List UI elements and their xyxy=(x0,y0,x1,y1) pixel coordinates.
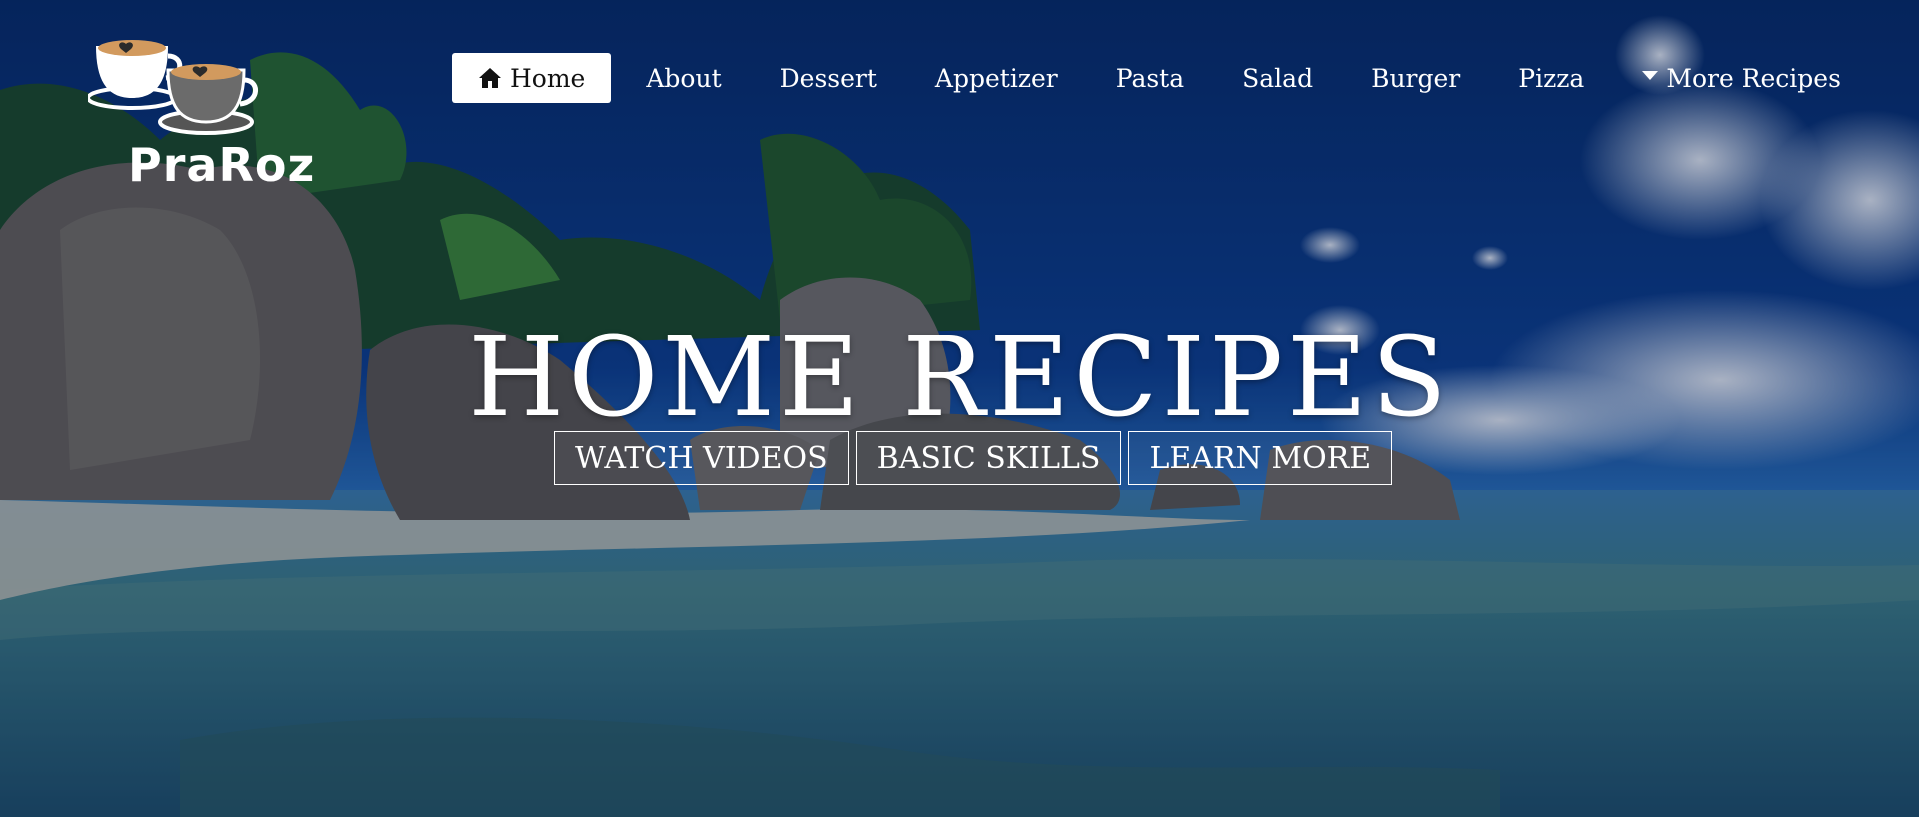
hero-button-group: WATCH VIDEOS BASIC SKILLS LEARN MORE xyxy=(554,431,1393,485)
nav-item-home[interactable]: Home xyxy=(452,53,612,103)
hero-title: HOME RECIPES xyxy=(468,313,1451,441)
nav-item-label: Pasta xyxy=(1115,63,1185,93)
nav-item-label: Salad xyxy=(1242,63,1314,93)
nav-item-about[interactable]: About xyxy=(617,53,750,103)
nav-item-burger[interactable]: Burger xyxy=(1342,53,1489,103)
nav-item-more-recipes[interactable]: More Recipes xyxy=(1613,53,1870,103)
nav-item-appetizer[interactable]: Appetizer xyxy=(906,53,1087,103)
basic-skills-button[interactable]: BASIC SKILLS xyxy=(855,431,1122,485)
home-icon xyxy=(478,67,502,89)
nav-item-label: Burger xyxy=(1371,63,1461,93)
learn-more-button[interactable]: LEARN MORE xyxy=(1128,431,1393,485)
brand-name: PraRoz xyxy=(128,138,316,192)
nav-item-label: Dessert xyxy=(779,63,877,93)
nav-item-pasta[interactable]: Pasta xyxy=(1087,53,1213,103)
main-nav: Home About Dessert Appetizer Pasta Salad… xyxy=(452,53,1870,103)
nav-item-label: Home xyxy=(510,63,586,93)
coffee-cups-icon xyxy=(86,40,258,135)
nav-item-pizza[interactable]: Pizza xyxy=(1489,53,1613,103)
nav-item-label: About xyxy=(646,63,722,93)
nav-item-label: More Recipes xyxy=(1666,63,1841,93)
watch-videos-button[interactable]: WATCH VIDEOS xyxy=(554,431,849,485)
nav-item-label: Pizza xyxy=(1518,63,1585,93)
nav-item-dessert[interactable]: Dessert xyxy=(751,53,906,103)
nav-item-salad[interactable]: Salad xyxy=(1213,53,1342,103)
caret-down-icon xyxy=(1642,70,1659,80)
nav-item-label: Appetizer xyxy=(934,63,1058,93)
site-logo[interactable]: PraRoz xyxy=(86,32,314,192)
